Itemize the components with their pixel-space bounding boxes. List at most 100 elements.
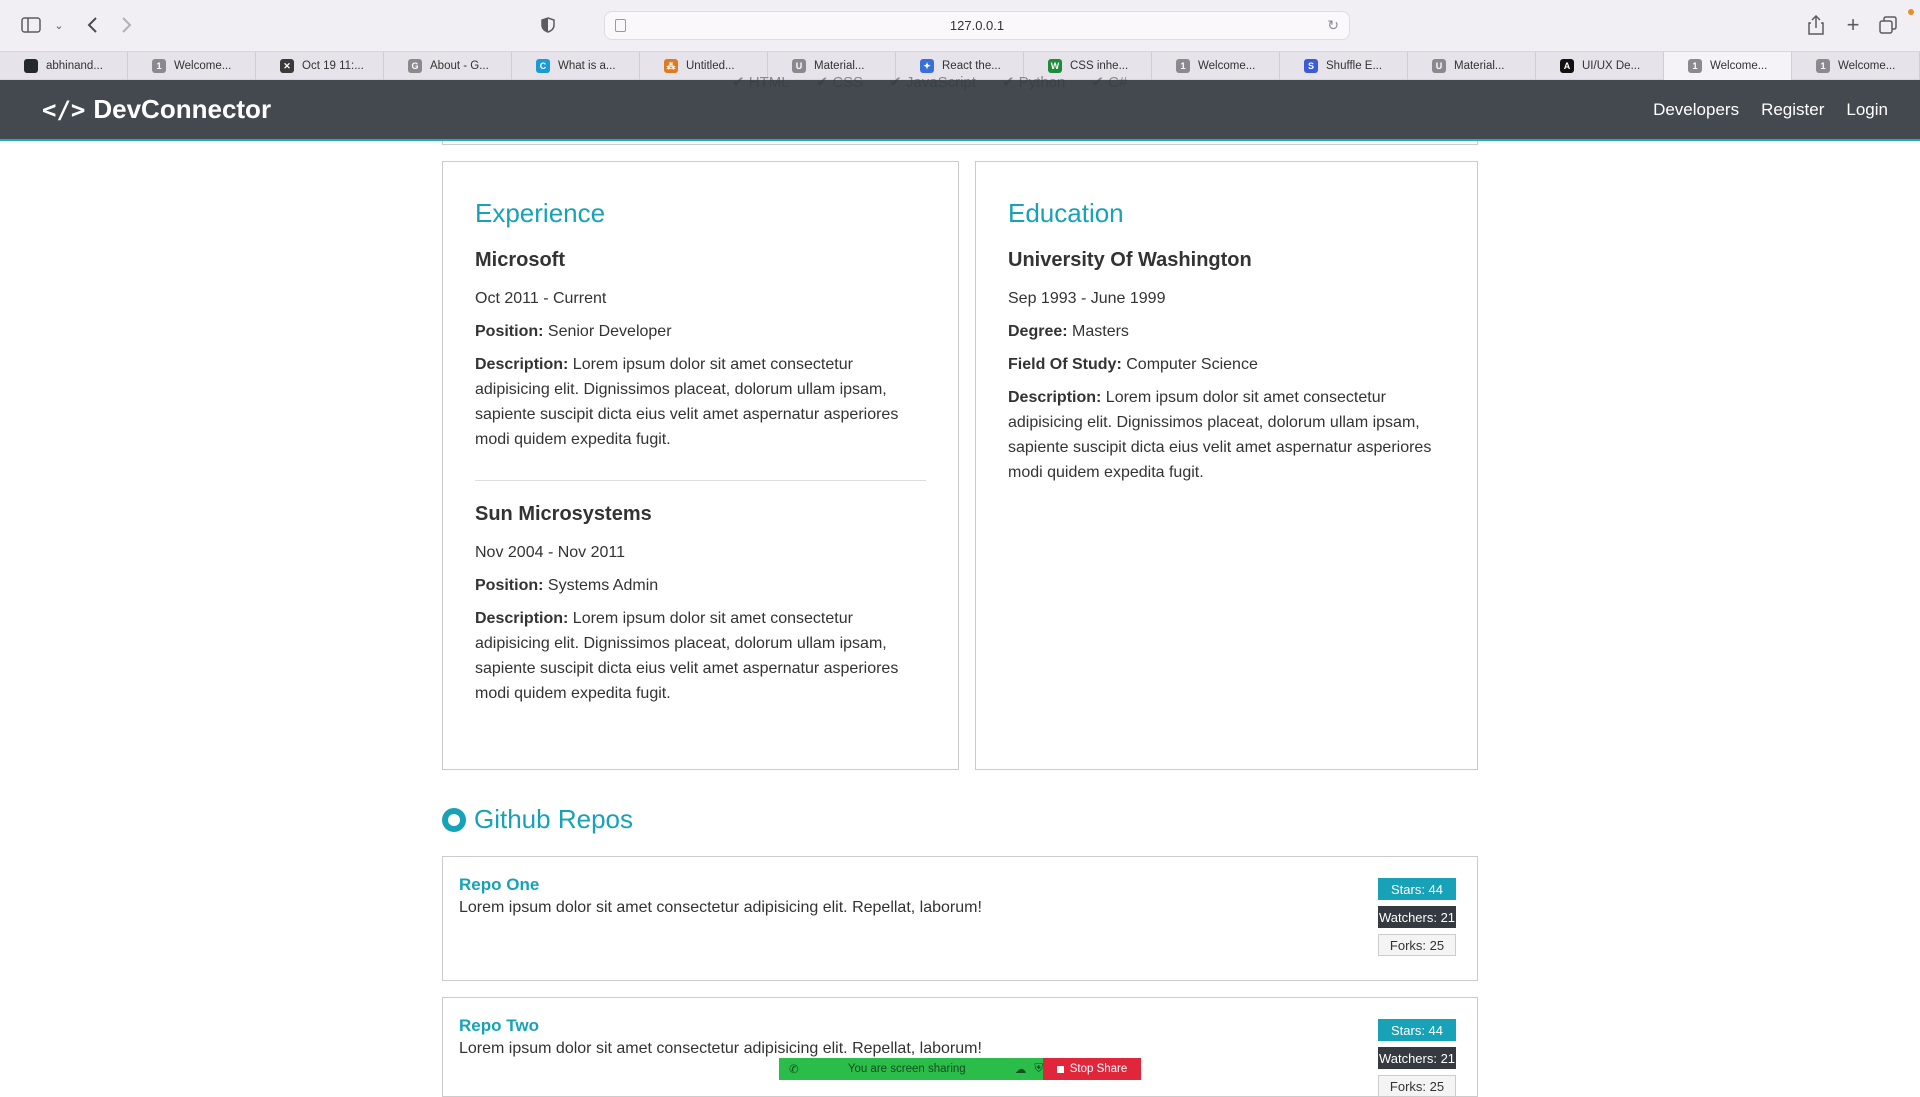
- position-label: Position:: [475, 323, 544, 340]
- repo-card: Repo Two Lorem ipsum dolor sit amet cons…: [442, 997, 1478, 1097]
- tab-favicon-icon: 1: [1816, 59, 1830, 73]
- tab-label: Welcome...: [174, 60, 232, 72]
- browser-tab[interactable]: S Shuffle E...: [1280, 52, 1408, 80]
- tab-label: Shuffle E...: [1326, 60, 1383, 72]
- repo-badges: Stars: 44 Watchers: 21 Forks: 25: [1378, 1019, 1456, 1097]
- repo-name-link[interactable]: Repo Two: [459, 1016, 1461, 1036]
- repo-description: Lorem ipsum dolor sit amet consectetur a…: [459, 1040, 982, 1057]
- chevron-down-icon[interactable]: ⌄: [52, 14, 66, 36]
- tab-label: Welcome...: [1198, 60, 1256, 72]
- tab-label: Welcome...: [1838, 60, 1896, 72]
- cloud-icon: ☁: [1014, 1064, 1027, 1076]
- stars-badge: Stars: 44: [1378, 1019, 1456, 1041]
- shield-icon: ⛨: [1034, 1062, 1043, 1075]
- github-icon: [442, 807, 466, 832]
- browser-tab[interactable]: 1 Welcome...: [1792, 52, 1920, 80]
- repo-badges: Stars: 44 Watchers: 21 Forks: 25: [1378, 878, 1456, 956]
- phone-icon: ✆: [789, 1064, 799, 1076]
- tab-overview-icon[interactable]: [1877, 14, 1899, 36]
- tab-favicon-icon: 1: [1688, 59, 1702, 73]
- tab-favicon-icon: 1: [1176, 59, 1190, 73]
- tab-favicon-icon: C: [536, 59, 550, 73]
- brand-name: DevConnector: [93, 94, 272, 124]
- education-field: Field Of Study: Computer Science: [1008, 352, 1445, 377]
- tab-favicon-icon: [24, 59, 38, 73]
- skills-card-bottom: [442, 141, 1478, 145]
- nav-link-login[interactable]: Login: [1846, 100, 1888, 120]
- field-label: Field Of Study:: [1008, 356, 1122, 373]
- tab-favicon-icon: G: [408, 59, 422, 73]
- description-label: Description:: [475, 610, 569, 627]
- education-card: Education University Of Washington Sep 1…: [975, 161, 1478, 770]
- browser-tab[interactable]: C What is a...: [512, 52, 640, 80]
- browser-tab[interactable]: 1 Welcome...: [1664, 52, 1792, 80]
- experience-dates: Nov 2004 - Nov 2011: [475, 544, 626, 561]
- screen-share-text: You are screen sharing: [847, 1063, 966, 1075]
- tab-favicon-icon: ✕: [280, 59, 294, 73]
- tab-label: Welcome...: [1710, 60, 1768, 72]
- browser-tab[interactable]: 1 Welcome...: [1152, 52, 1280, 80]
- tab-label: CSS inhe...: [1070, 60, 1129, 72]
- new-tab-icon[interactable]: +: [1843, 12, 1863, 37]
- browser-tab[interactable]: U Material...: [1408, 52, 1536, 80]
- degree-value: Masters: [1072, 323, 1129, 340]
- forward-icon[interactable]: [117, 14, 137, 36]
- repos-title-text: Github Repos: [474, 804, 633, 834]
- nav-link-register[interactable]: Register: [1761, 100, 1824, 120]
- forks-badge: Forks: 25: [1378, 1075, 1456, 1097]
- description-label: Description:: [475, 356, 569, 373]
- browser-toolbar: ⌄ 127.0.0.1 ↻ +: [0, 0, 1920, 51]
- share-icon[interactable]: [1806, 14, 1826, 36]
- stop-share-label: Stop Share: [1069, 1063, 1128, 1075]
- position-value: Systems Admin: [547, 577, 659, 594]
- screen-share-bar: ✆ You are screen sharing ☁ ⛨ Stop Share: [779, 1058, 1141, 1080]
- education-description: Description: Lorem ipsum dolor sit amet …: [1008, 385, 1445, 485]
- experience-title: Experience: [475, 198, 606, 228]
- tab-favicon-icon: S: [1304, 59, 1318, 73]
- nav-links: Developers Register Login: [1653, 100, 1888, 120]
- stop-share-button[interactable]: Stop Share: [1043, 1058, 1141, 1080]
- tab-favicon-icon: 1: [152, 59, 166, 73]
- tab-label: Material...: [1454, 60, 1505, 72]
- company-name: Microsoft: [475, 249, 565, 271]
- screen-share-status: ✆ You are screen sharing ☁ ⛨: [779, 1058, 1043, 1080]
- tab-favicon-icon: W: [1048, 59, 1062, 73]
- tab-label: React the...: [942, 60, 1001, 72]
- tab-label: abhinand...: [46, 60, 103, 72]
- browser-tab[interactable]: A UI/UX De...: [1536, 52, 1664, 80]
- tab-label: Untitled...: [686, 60, 735, 72]
- tab-favicon-icon: U: [1432, 59, 1446, 73]
- browser-tab[interactable]: abhinand...: [0, 52, 128, 80]
- sidebar-toggle-icon[interactable]: [20, 14, 42, 36]
- experience-item: Sun Microsystems Nov 2004 - Nov 2011 Pos…: [475, 503, 926, 706]
- back-icon[interactable]: [82, 14, 102, 36]
- experience-dates: Oct 2011 - Current: [475, 290, 607, 307]
- repo-card: Repo One Lorem ipsum dolor sit amet cons…: [442, 856, 1478, 981]
- repo-name-link[interactable]: Repo One: [459, 875, 1461, 895]
- experience-card: Experience Microsoft Oct 2011 - Current …: [442, 161, 959, 770]
- brand-logo[interactable]: </> DevConnector: [42, 94, 271, 125]
- education-title: Education: [1008, 198, 1124, 228]
- nav-link-developers[interactable]: Developers: [1653, 100, 1739, 120]
- forks-badge: Forks: 25: [1378, 934, 1456, 956]
- address-bar[interactable]: 127.0.0.1 ↻: [604, 11, 1350, 40]
- tab-favicon-icon: U: [792, 59, 806, 73]
- tab-label: About - G...: [430, 60, 489, 72]
- tab-label: UI/UX De...: [1582, 60, 1641, 72]
- navbar: </> DevConnector Developers Register Log…: [0, 80, 1920, 141]
- reload-icon[interactable]: ↻: [1327, 17, 1339, 34]
- school-name: University Of Washington: [1008, 249, 1252, 271]
- browser-tab[interactable]: ✕ Oct 19 11:...: [256, 52, 384, 80]
- browser-tab[interactable]: G About - G...: [384, 52, 512, 80]
- privacy-shield-icon[interactable]: [538, 14, 558, 36]
- stars-badge: Stars: 44: [1378, 878, 1456, 900]
- github-repos-title: Github Repos: [442, 804, 633, 835]
- tab-favicon-icon: ⁂: [664, 59, 678, 73]
- stop-icon: [1056, 1065, 1064, 1073]
- browser-tab[interactable]: 1 Welcome...: [128, 52, 256, 80]
- experience-position: Position: Systems Admin: [475, 573, 926, 598]
- experience-description: Description: Lorem ipsum dolor sit amet …: [475, 352, 926, 452]
- degree-label: Degree:: [1008, 323, 1068, 340]
- tab-label: Material...: [814, 60, 865, 72]
- experience-description: Description: Lorem ipsum dolor sit amet …: [475, 606, 926, 706]
